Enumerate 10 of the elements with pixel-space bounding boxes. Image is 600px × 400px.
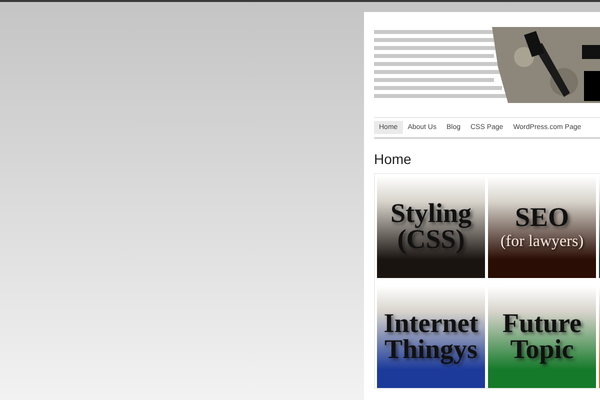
topic-tile[interactable]: Internet Thingys (377, 286, 485, 388)
tile-title: Internet Thingys (382, 311, 480, 363)
tile-title: Future Topic (502, 311, 582, 363)
tile-title: Styling (CSS) (389, 201, 473, 253)
tile-subtitle: (for lawyers) (500, 234, 584, 250)
topic-tile[interactable]: SEO (for lawyers) (488, 176, 596, 278)
topic-tile[interactable]: Styling (CSS) (377, 176, 485, 278)
topic-tile[interactable]: Future Topic (488, 286, 596, 388)
tile-title: SEO (514, 204, 570, 230)
page-title: Home (374, 151, 412, 167)
